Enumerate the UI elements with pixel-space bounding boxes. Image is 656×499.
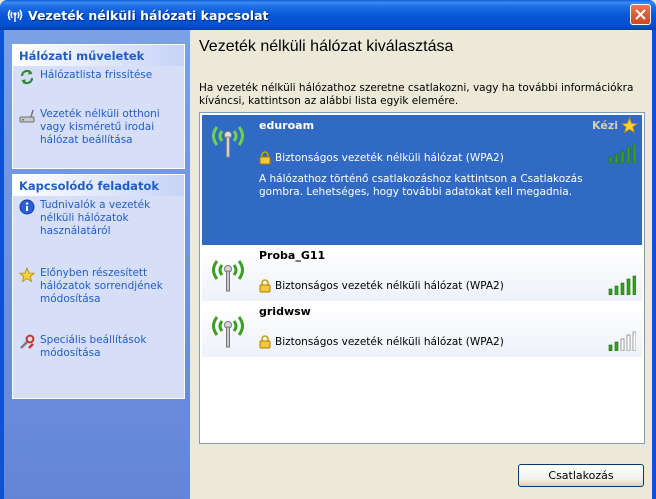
page-description: Ha vezeték nélküli hálózathoz szeretne c… [199, 82, 634, 107]
wireless-antenna-icon [212, 316, 244, 348]
related-tasks-panel: Kapcsolódó feladatok Tudnivalók a vezeté… [12, 174, 185, 399]
signal-strength-icon [608, 143, 636, 163]
setup-wireless-network-link[interactable]: Vezeték nélküli otthoni vagy kisméretű i… [19, 108, 181, 147]
preferred-star-icon [621, 117, 638, 134]
learn-wireless-label: Tudnivalók a vezeték nélküli hálózatok h… [40, 199, 151, 237]
setup-wireless-network-label: Vezeték nélküli otthoni vagy kisméretű i… [40, 108, 160, 146]
network-name: eduroam [259, 119, 315, 132]
refresh-network-list-link[interactable]: Hálózatlista frissítése [19, 69, 181, 85]
network-security-label: Biztonságos vezeték nélküli hálózat (WPA… [275, 152, 504, 164]
network-security: Biztonságos vezeték nélküli hálózat (WPA… [259, 151, 504, 165]
connect-button[interactable]: Csatlakozás [518, 464, 644, 487]
wireless-setup-icon [19, 109, 35, 123]
title-bar[interactable]: Vezeték nélküli hálózati kapcsolat [0, 0, 656, 30]
wireless-network-icon [7, 9, 23, 22]
network-item-proba-g11[interactable]: Proba_G11 Biztonságos vezeték nélküli há… [202, 249, 642, 301]
close-button[interactable] [630, 4, 651, 25]
network-item-gridwsw[interactable]: gridwsw Biztonságos vezeték nélküli háló… [202, 305, 642, 357]
signal-strength-icon [608, 331, 636, 351]
lock-icon [259, 279, 271, 293]
window-title: Vezeték nélküli hálózati kapcsolat [28, 7, 269, 23]
signal-strength-icon [608, 275, 636, 295]
related-tasks-header: Kapcsolódó feladatok [13, 175, 184, 196]
learn-wireless-link[interactable]: Tudnivalók a vezeték nélküli hálózatok h… [19, 199, 181, 238]
advanced-settings-label: Speciális beállítások módosítása [40, 334, 147, 359]
close-icon [635, 9, 646, 20]
page-title: Vezeték nélküli hálózat kiválasztása [199, 38, 454, 55]
network-security-label: Biztonságos vezeték nélküli hálózat (WPA… [275, 336, 504, 348]
main-content: Vezeték nélküli hálózat kiválasztása Ha … [190, 30, 652, 499]
network-security: Biztonságos vezeték nélküli hálózat (WPA… [259, 279, 504, 293]
network-tasks-header: Hálózati műveletek [13, 45, 184, 66]
settings-icon [20, 334, 35, 349]
network-name: Proba_G11 [259, 249, 326, 262]
network-name: gridwsw [259, 305, 311, 318]
advanced-settings-link[interactable]: Speciális beállítások módosítása [19, 334, 181, 360]
change-network-order-label: Előnyben részesített hálózatok sorrendjé… [40, 267, 163, 305]
star-icon [19, 267, 35, 283]
network-security-label: Biztonságos vezeték nélküli hálózat (WPA… [275, 280, 504, 292]
refresh-network-list-label: Hálózatlista frissítése [40, 69, 153, 81]
wireless-antenna-icon [212, 260, 244, 292]
window-frame-right [652, 30, 656, 499]
network-tasks-panel: Hálózati műveletek Hálózatlista frissíté… [12, 44, 185, 169]
network-connect-info: A hálózathoz történő csatlakozáshoz katt… [259, 173, 583, 198]
network-item-eduroam[interactable]: eduroam Kézi Biztonságos vezeték nélküli… [202, 115, 642, 245]
refresh-icon [20, 69, 34, 85]
network-status: Kézi [592, 119, 618, 132]
lock-icon [259, 335, 271, 349]
wireless-antenna-icon [212, 126, 244, 158]
task-pane: Hálózati műveletek Hálózatlista frissíté… [4, 30, 190, 499]
lock-icon [259, 151, 271, 165]
network-list[interactable]: eduroam Kézi Biztonságos vezeték nélküli… [199, 112, 645, 444]
network-security: Biztonságos vezeték nélküli hálózat (WPA… [259, 335, 504, 349]
info-icon [19, 199, 35, 215]
change-network-order-link[interactable]: Előnyben részesített hálózatok sorrendjé… [19, 267, 181, 306]
